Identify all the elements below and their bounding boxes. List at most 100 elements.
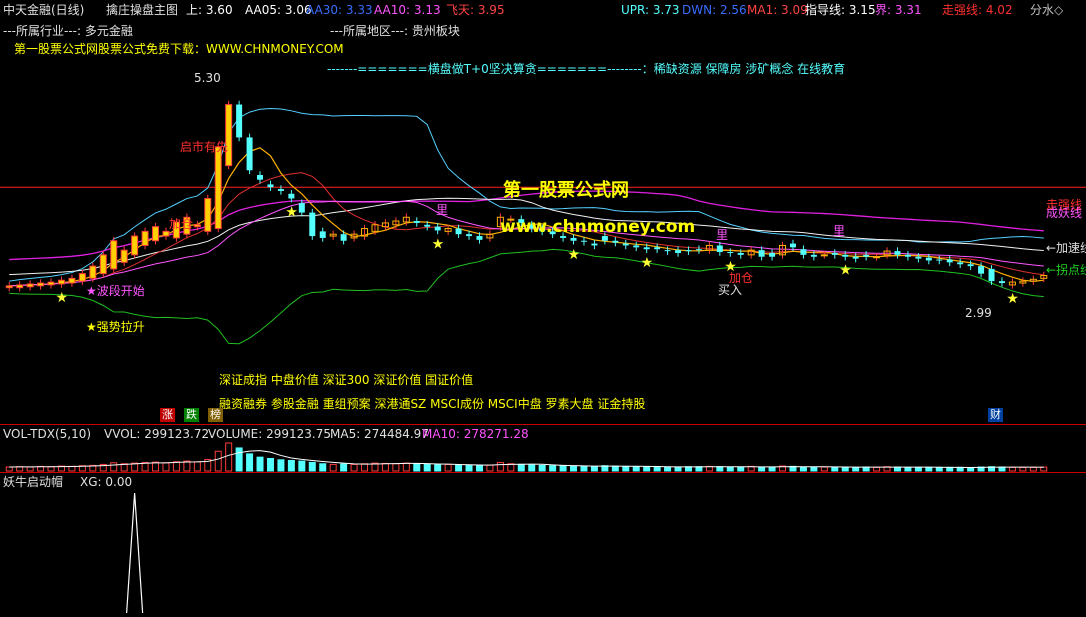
volume-bar <box>329 463 337 472</box>
volume-bar <box>570 465 578 472</box>
candle-down <box>675 250 682 253</box>
candle-down <box>340 234 347 241</box>
candle-down <box>915 256 922 259</box>
candle-up <box>225 104 233 167</box>
volume-bar <box>695 466 703 472</box>
aa30-value: AA30: 3.33 <box>306 3 373 17</box>
volume-bar <box>225 442 233 472</box>
candle-up <box>141 230 149 246</box>
volume-bar <box>768 466 776 472</box>
li-marker-1: 里 <box>436 203 449 217</box>
candle-up <box>5 285 13 289</box>
candle-up <box>162 230 170 237</box>
li-marker-3: 里 <box>833 224 846 238</box>
zhidao-value: 指导线: 3.15 <box>805 3 876 17</box>
main-chart-pane[interactable]: ★ ★ ★ ★ ★ ★ ★ ★ 中天金融(日线) 擒庄操盘主图 上: 3.60 AA05: 3… <box>0 0 1086 424</box>
fenshui-value: 分水◇ <box>1030 3 1064 17</box>
volume-ma5-line <box>9 450 1044 468</box>
volume-bar <box>716 466 724 472</box>
badge-zhang[interactable]: 涨 <box>160 408 175 422</box>
region-label: ---所属地区---: 贵州板块 <box>330 24 460 38</box>
volume-bar <box>455 464 463 472</box>
volume-bar <box>1008 466 1016 472</box>
volume-bar <box>538 464 546 472</box>
xg-value: XG: 0.00 <box>80 475 133 489</box>
candle-down <box>643 247 650 250</box>
volume-bar <box>873 466 881 472</box>
shichang-label: 启市有先 <box>180 140 229 154</box>
badge-bang[interactable]: 榜 <box>208 408 223 422</box>
xg-canvas[interactable] <box>0 473 1086 617</box>
ma10-value: MA10: 278271.28 <box>422 427 529 441</box>
volume-bar <box>893 466 901 472</box>
vol-indicator-name: VOL-TDX(5,10) <box>3 427 92 441</box>
candle-down <box>267 184 274 188</box>
volume-bar <box>110 462 118 472</box>
volume-bar <box>152 461 160 472</box>
xg-pane[interactable]: 妖牛启动帽 XG: 0.00 <box>0 472 1086 617</box>
volume-bar <box>935 466 943 472</box>
volume-bar <box>402 462 410 472</box>
volume-bar <box>925 466 933 472</box>
volume-bar <box>496 461 504 472</box>
candle-down <box>685 250 692 252</box>
volume-bar <box>674 466 682 472</box>
volume-bar <box>287 459 295 472</box>
volume-bar <box>256 456 264 472</box>
candle-down <box>810 254 817 257</box>
candle-down <box>967 264 974 267</box>
candle-up <box>820 254 828 257</box>
candle-up <box>78 273 86 282</box>
right-label-chengyao: 成妖线 <box>1046 206 1083 220</box>
volume-bar <box>361 463 369 472</box>
volume-bar <box>47 466 55 472</box>
candle-down <box>852 256 859 259</box>
aa05-value: AA05: 3.06 <box>245 3 312 17</box>
candle-down <box>936 259 943 261</box>
volume-bar <box>486 464 494 472</box>
volume-bar <box>162 462 170 472</box>
candle-down <box>758 250 765 257</box>
upr-value: UPR: 3.73 <box>621 3 680 17</box>
volume-bar <box>381 462 389 472</box>
volume-bar <box>392 463 400 472</box>
block-line-1: 深证成指 中盘价值 深证300 深证价值 国证价值 <box>219 373 474 387</box>
volume-bar <box>68 465 76 472</box>
ma1-value: MA1: 3.09 <box>747 3 808 17</box>
volume-bar <box>946 466 954 472</box>
candle-down <box>413 221 420 223</box>
signal-star-icon: ★ <box>285 204 298 220</box>
volume-bar <box>1019 466 1027 472</box>
candle-down <box>434 226 441 231</box>
volume-pane[interactable]: VOL-TDX(5,10) VVOL: 299123.72 VOLUME: 29… <box>0 424 1086 473</box>
signal-star-icon: ★ <box>641 255 654 271</box>
li-marker-2: 里 <box>716 228 729 242</box>
shang-value: 上: 3.60 <box>186 3 233 17</box>
volume-bar <box>319 463 327 472</box>
volume-bar <box>664 466 672 472</box>
volume-bar <box>611 465 619 472</box>
candle-up <box>204 197 212 232</box>
candle-up <box>47 281 55 286</box>
badge-die[interactable]: 跌 <box>184 408 199 422</box>
concept-label: -------=======横盘做T+0坚决算贪=======--------：… <box>327 62 846 76</box>
ma20-line <box>9 200 1044 287</box>
volume-bar <box>214 450 222 472</box>
candle-up <box>68 277 76 284</box>
volume-bar <box>475 464 483 472</box>
candle-down <box>800 249 807 255</box>
volume-bar <box>5 466 13 472</box>
candle-up <box>120 249 128 263</box>
candle-down <box>622 243 629 246</box>
badge-cai[interactable]: 财 <box>988 408 1003 422</box>
volume-bar <box>914 466 922 472</box>
watermark-title: 第一股票公式网 <box>503 180 629 201</box>
candle-down <box>257 175 264 180</box>
signal-star-icon: ★ <box>55 290 68 306</box>
volume-bar <box>26 466 34 472</box>
download-link[interactable]: 第一股票公式网股票公式免费下载：WWW.CHNMONEY.COM <box>14 42 344 56</box>
candle-down <box>654 247 661 250</box>
feitian-value: 飞天: 3.95 <box>446 3 505 17</box>
candle-up <box>99 254 107 275</box>
candle-down <box>319 231 326 238</box>
